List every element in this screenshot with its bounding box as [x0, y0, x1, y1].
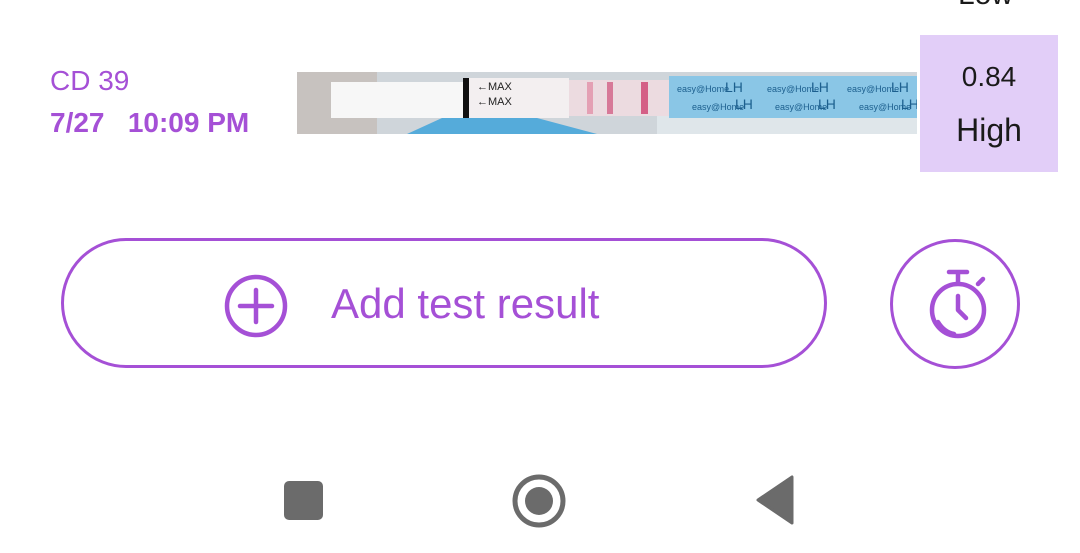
cycle-day-label: CD 39: [50, 65, 130, 96]
add-test-result-button[interactable]: Add test result: [61, 238, 827, 368]
svg-text:LH: LH: [891, 79, 909, 95]
system-navigation-bar: [0, 440, 1080, 553]
recents-square-icon[interactable]: [284, 481, 323, 520]
strip-brand-text: easy@Home: [677, 84, 729, 94]
result-value: 0.84: [961, 61, 1017, 92]
result-level: High: [956, 112, 1022, 148]
svg-text:LH: LH: [735, 96, 753, 112]
strip-max-label-1: ←MAX: [477, 81, 513, 93]
svg-text:LH: LH: [818, 96, 836, 112]
timer-button[interactable]: [890, 239, 1020, 369]
svg-text:LH: LH: [901, 96, 917, 112]
timer-icon: [929, 269, 987, 339]
strip-max-label-2: ←MAX: [477, 96, 513, 108]
previous-entry-level-label: Low: [958, 0, 1013, 10]
entry-datetime: 7/27 10:09 PM: [50, 107, 250, 138]
test-strip-photo[interactable]: ←MAX ←MAX easy@Home LH easy@Home LH easy…: [297, 72, 917, 134]
strip-lh-text: LH: [725, 79, 743, 95]
home-circle-icon[interactable]: [511, 473, 567, 529]
svg-text:LH: LH: [811, 79, 829, 95]
add-test-result-label: Add test result: [331, 280, 600, 327]
plus-circle-icon: [224, 274, 288, 338]
test-result-badge: 0.84 High: [920, 35, 1058, 172]
back-triangle-icon[interactable]: [754, 475, 794, 525]
